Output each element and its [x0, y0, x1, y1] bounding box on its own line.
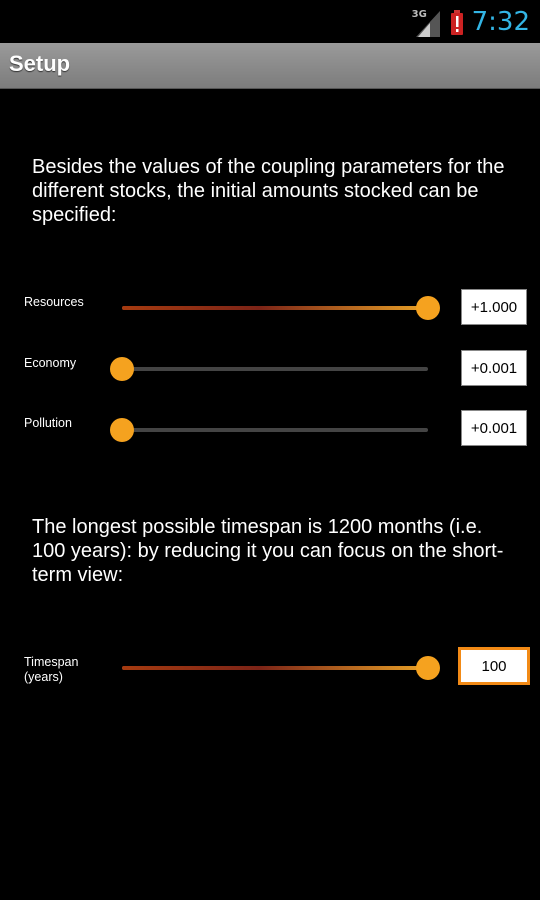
slider-thumb[interactable]: [110, 357, 134, 381]
slider-thumb[interactable]: [416, 296, 440, 320]
slider-track-fill: [122, 306, 428, 310]
slider-thumb[interactable]: [416, 656, 440, 680]
economy-slider[interactable]: [110, 354, 440, 384]
slider-thumb[interactable]: [110, 418, 134, 442]
title-bar: Setup: [0, 43, 540, 89]
pollution-label: Pollution: [24, 416, 72, 430]
economy-value-input[interactable]: +0.001: [461, 350, 527, 386]
signal-icon: 3G: [412, 7, 442, 37]
page-title: Setup: [9, 51, 71, 76]
resources-slider[interactable]: [110, 293, 440, 323]
pollution-value-input[interactable]: +0.001: [461, 410, 527, 446]
status-time: 7:32: [471, 7, 530, 37]
resources-value-input[interactable]: +1.000: [461, 289, 527, 325]
pollution-slider[interactable]: [110, 415, 440, 445]
economy-label: Economy: [24, 356, 77, 370]
intro-text: Besides the values of the coupling param…: [32, 156, 505, 226]
timespan-value-input[interactable]: 100: [458, 647, 530, 685]
timespan-slider[interactable]: [110, 653, 440, 683]
timespan-text: The longest possible timespan is 1200 mo…: [32, 516, 504, 586]
status-bar: 3G 7:32: [0, 0, 540, 43]
slider-track: [122, 367, 428, 371]
slider-track-fill: [122, 666, 428, 670]
battery-alert-icon: [450, 10, 464, 35]
timespan-label: Timespan (years): [24, 655, 79, 684]
status-icons: 3G 7:32: [412, 4, 530, 40]
resources-label: Resources: [24, 295, 84, 309]
slider-track: [122, 428, 428, 432]
